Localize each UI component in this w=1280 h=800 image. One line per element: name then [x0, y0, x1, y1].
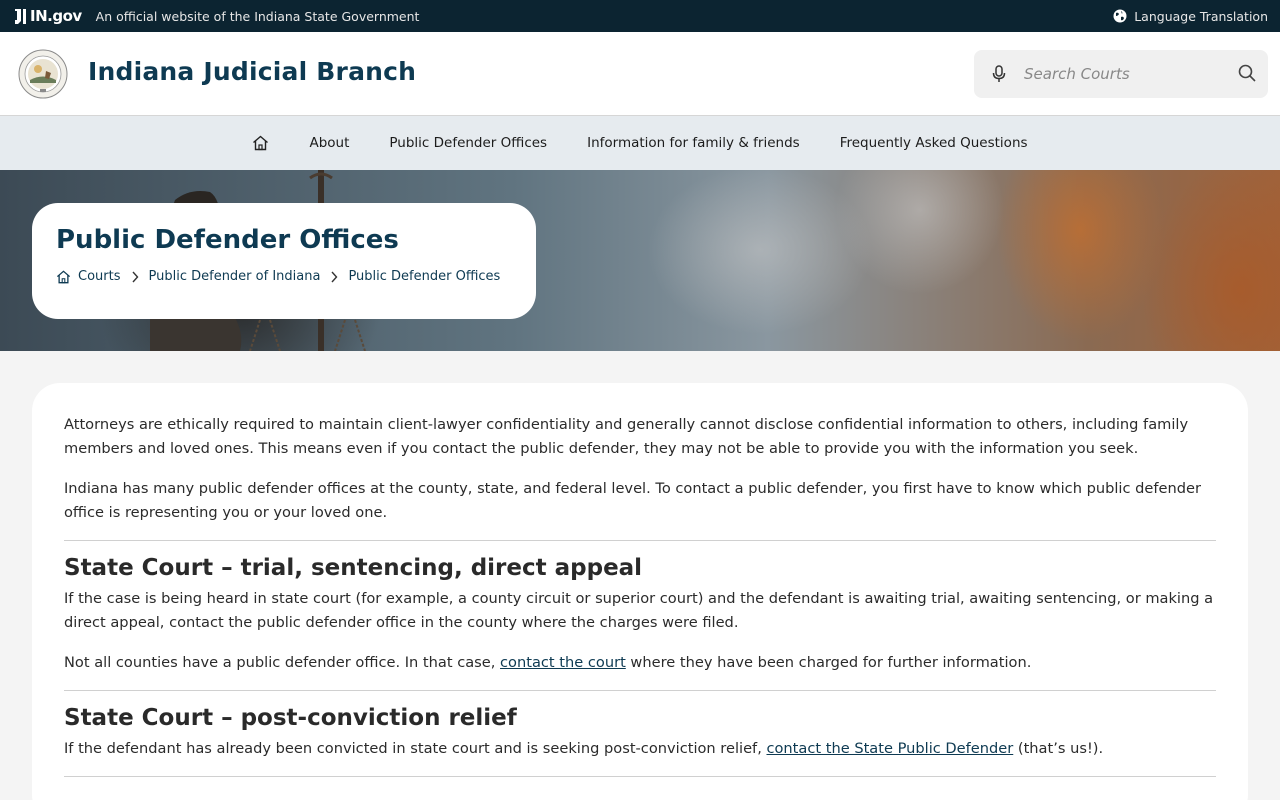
search-input[interactable]: [1024, 65, 1224, 83]
section-post-conviction-paragraph: If the defendant has already been convic…: [64, 737, 1216, 761]
site-title[interactable]: Indiana Judicial Branch: [88, 57, 416, 86]
page-title-card: Public Defender Offices Courts Public De…: [32, 203, 536, 319]
text-fragment: If the defendant has already been convic…: [64, 740, 767, 757]
nav-information-family-friends[interactable]: Information for family & friends: [567, 116, 820, 170]
text-fragment: Not all counties have a public defender …: [64, 654, 501, 671]
breadcrumb-home[interactable]: [56, 269, 71, 284]
breadcrumb-courts[interactable]: Courts: [78, 269, 121, 284]
search-button[interactable]: [1238, 64, 1256, 86]
intro-paragraph-2: Indiana has many public defender offices…: [64, 480, 1201, 521]
section-trial-paragraph-2: Not all counties have a public defender …: [64, 651, 1216, 675]
in-gov-logo[interactable]: IN.gov: [12, 7, 82, 25]
language-translation-label: Language Translation: [1134, 8, 1268, 24]
text-fragment: (that’s us!).: [1013, 740, 1104, 757]
section-trial-paragraph-1: If the case is being heard in state cour…: [64, 590, 1214, 631]
home-icon: [56, 269, 71, 283]
breadcrumb: Courts Public Defender of Indiana Public…: [56, 269, 512, 284]
section-heading-trial: State Court – trial, sentencing, direct …: [64, 555, 643, 581]
search-icon: [1238, 64, 1256, 82]
contact-state-public-defender-link[interactable]: contact the State Public Defender: [766, 740, 1013, 757]
site-header: Indiana Judicial Branch: [0, 32, 1280, 116]
breadcrumb-public-defender-offices[interactable]: Public Defender Offices: [348, 269, 500, 284]
text-fragment: where they have been charged for further…: [625, 654, 1032, 671]
state-seal-icon[interactable]: [18, 49, 68, 99]
in-gov-logo-icon: [15, 9, 26, 24]
breadcrumb-public-defender-of-indiana[interactable]: Public Defender of Indiana: [149, 269, 321, 284]
official-site-text: An official website of the Indiana State…: [95, 8, 420, 24]
home-icon: [253, 135, 269, 151]
section-divider: [64, 776, 1216, 777]
voice-search-button[interactable]: [974, 65, 1024, 83]
section-divider: [64, 690, 1216, 691]
in-gov-logo-text: IN.gov: [30, 7, 82, 25]
nav-home[interactable]: [232, 116, 289, 170]
nav-public-defender-offices[interactable]: Public Defender Offices: [369, 116, 567, 170]
microphone-icon: [992, 65, 1006, 82]
nav-about[interactable]: About: [289, 116, 369, 170]
search-box: [974, 50, 1268, 98]
chevron-right-icon: [330, 271, 338, 283]
section-heading-post-conviction: State Court – post-conviction relief: [64, 705, 517, 731]
globe-icon: [1113, 9, 1127, 23]
page-title: Public Defender Offices: [56, 225, 399, 255]
intro-paragraph-1: Attorneys are ethically required to main…: [64, 416, 1189, 457]
contact-the-court-link[interactable]: contact the court: [500, 654, 626, 671]
chevron-right-icon: [131, 271, 139, 283]
main-nav: About Public Defender Offices Informatio…: [0, 116, 1280, 170]
nav-faq[interactable]: Frequently Asked Questions: [820, 116, 1048, 170]
main-content: Attorneys are ethically required to main…: [32, 383, 1248, 800]
gov-bar: IN.gov An official website of the Indian…: [0, 0, 1280, 32]
section-divider: [64, 540, 1216, 541]
language-translation-button[interactable]: Language Translation: [1113, 0, 1268, 32]
